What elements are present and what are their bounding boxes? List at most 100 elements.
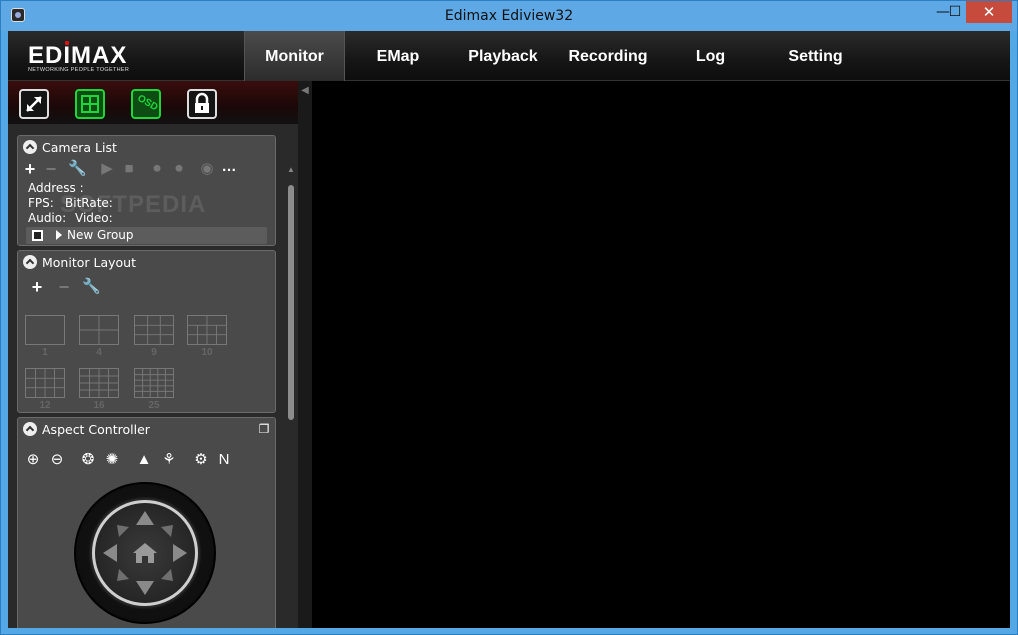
edimax-logo: EDIMAX NETWORKING PEOPLE TOGETHER [28,41,148,75]
sidebar: Camera List SOFTPEDIA + − 🔧 ▶ ■ ⏺ ⏺ ◉ … … [8,124,298,628]
video-label: Video: [75,211,113,225]
add-camera-icon[interactable]: + [21,160,39,178]
layout-label: 12 [39,400,51,411]
grid-icon [81,95,99,113]
view-icon[interactable]: ◉ [198,161,216,177]
monitor-layout-title: Monitor Layout [42,255,136,270]
fps-label: FPS: [28,196,54,210]
add-layout-icon[interactable]: + [28,278,46,296]
monitor-layout-panel: Monitor Layout + − 🔧 1 4 9 10 12 16 25 [17,250,276,413]
maximize-button[interactable]: ☐ [942,1,968,23]
record-icon[interactable]: ⏺ [170,161,188,177]
svg-text:OSD: OSD [135,93,159,113]
scroll-thumb[interactable] [288,185,294,420]
layout-label: 1 [42,347,48,358]
title-bar[interactable]: Edimax Ediview32 — ☐ ✕ [1,1,1017,31]
ptz-right-arrow[interactable] [173,544,187,562]
osd-button[interactable]: OSD [131,89,161,119]
scroll-up-icon[interactable]: ▲ [286,165,296,175]
ptz-home-icon[interactable] [133,543,157,563]
app-window: Edimax Ediview32 — ☐ ✕ EDIMAX NETWORKING… [0,0,1018,635]
landscape-icon[interactable]: ▲ [135,452,153,468]
tab-playback[interactable]: Playback [458,31,548,81]
collapse-icon[interactable] [23,255,37,269]
logo-text: EDIMAX [28,42,128,69]
ptz-downleft-arrow[interactable] [117,569,129,581]
play-icon[interactable]: ▶ [98,161,116,177]
wrench-icon[interactable]: 🔧 [82,279,101,295]
app-client: EDIMAX NETWORKING PEOPLE TOGETHER Monito… [8,31,1010,628]
manual-record-icon[interactable]: ⏺ [148,161,166,177]
camera-group-row[interactable]: New Group [26,227,267,244]
camera-list-panel: Camera List SOFTPEDIA + − 🔧 ▶ ■ ⏺ ⏺ ◉ … … [17,135,276,246]
grid-view-button[interactable] [75,89,105,119]
lock-button[interactable] [187,89,217,119]
layout-1[interactable] [25,315,65,345]
layout-label: 16 [93,400,105,411]
ptz-upleft-arrow[interactable] [117,525,129,537]
ptz-control[interactable] [74,482,216,624]
audio-label: Audio: [28,211,67,225]
layout-label: 25 [148,400,160,411]
tab-monitor[interactable]: Monitor [244,31,345,81]
aspect-controller-panel: Aspect Controller ❐ ⊕ ⊖ ❂ ✺ ▲ ⚘ ⚙ N [17,417,276,628]
layout-9[interactable] [134,315,174,345]
address-label: Address : [28,181,84,195]
ptz-left-arrow[interactable] [103,544,117,562]
layout-25[interactable] [134,368,174,398]
tab-log[interactable]: Log [678,31,743,81]
sidebar-collapse-handle[interactable]: ◀ [298,81,312,628]
layout-16[interactable] [79,368,119,398]
collapse-icon[interactable] [23,422,37,436]
ptz-dial [92,500,198,606]
fullscreen-icon [26,96,42,112]
tab-emap[interactable]: EMap [358,31,438,81]
zoom-out-icon[interactable]: ⊖ [48,452,66,468]
header: EDIMAX NETWORKING PEOPLE TOGETHER Monito… [8,31,1010,81]
video-viewer[interactable] [312,81,1010,628]
wrench-icon[interactable]: 🔧 [68,161,87,177]
group-label: New Group [67,228,134,242]
focus-far-icon[interactable]: ✺ [103,452,121,468]
gear-icon[interactable]: ⚙ [192,452,210,468]
sidebar-scrollbar[interactable]: ▲ ▼ [285,165,296,628]
camera-list-title: Camera List [42,140,117,155]
logo-dot [65,41,69,45]
collapse-icon[interactable] [23,140,37,154]
layout-12[interactable] [25,368,65,398]
path-icon[interactable]: N [215,452,233,468]
more-icon[interactable]: … [220,159,238,175]
group-checkbox[interactable] [32,230,43,241]
focus-near-icon[interactable]: ❂ [79,452,97,468]
unlock-icon [195,92,209,113]
logo-tagline: NETWORKING PEOPLE TOGETHER [28,67,130,73]
osd-icon: OSD [135,93,159,113]
detach-icon[interactable]: ❐ [255,421,273,437]
toolbar: OSD [8,81,298,124]
remove-camera-icon[interactable]: − [42,160,60,178]
camera-list-header[interactable]: Camera List [18,136,275,158]
layout-10[interactable] [187,315,227,345]
stop-icon[interactable]: ■ [120,161,138,177]
ptz-arrows [103,511,187,595]
close-button[interactable]: ✕ [966,1,1012,23]
monitor-layout-header[interactable]: Monitor Layout [18,251,275,273]
layout-label: 9 [151,347,157,358]
layout-label: 10 [201,347,213,358]
expand-arrow-icon[interactable] [56,230,62,240]
tab-setting[interactable]: Setting [773,31,858,81]
ptz-down-arrow[interactable] [136,581,154,595]
window-title: Edimax Ediview32 [444,8,574,24]
ptz-up-arrow[interactable] [136,511,154,525]
zoom-in-icon[interactable]: ⊕ [24,452,42,468]
layout-4[interactable] [79,315,119,345]
bitrate-label: BitRate: [65,196,113,210]
flower-icon[interactable]: ⚘ [160,452,178,468]
aspect-controller-header[interactable]: Aspect Controller ❐ [18,418,275,440]
aspect-controller-title: Aspect Controller [42,422,150,437]
tab-recording[interactable]: Recording [558,31,658,81]
ptz-upright-arrow[interactable] [161,525,173,537]
ptz-downright-arrow[interactable] [161,569,173,581]
remove-layout-icon[interactable]: − [55,278,73,296]
fullscreen-button[interactable] [19,89,49,119]
